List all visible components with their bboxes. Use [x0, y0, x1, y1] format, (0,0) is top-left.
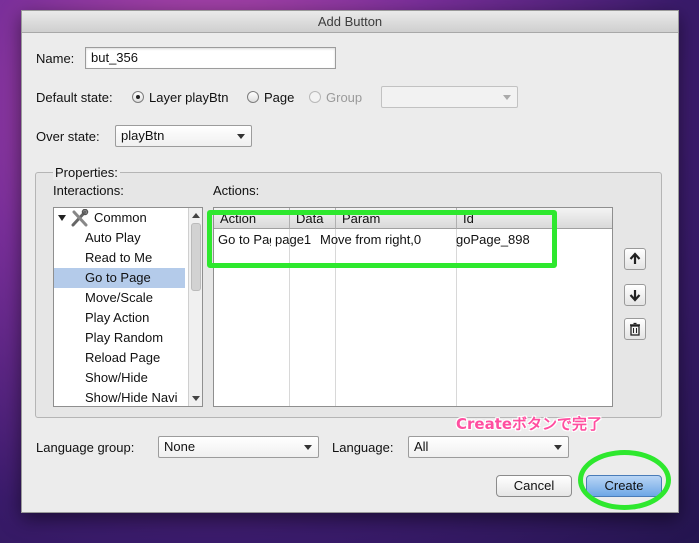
properties-label: Properties: [53, 165, 120, 180]
list-item-label: Auto Play [85, 230, 141, 245]
name-input[interactable]: but_356 [85, 47, 336, 69]
radio-layer[interactable] [132, 91, 144, 103]
arrow-down-icon [629, 290, 641, 302]
scroll-down-icon[interactable] [192, 396, 200, 401]
chevron-down-icon [237, 134, 245, 139]
scroll-up-icon[interactable] [192, 213, 200, 218]
radio-group-label: Group [326, 90, 363, 105]
list-item-label: Show/Hide [85, 370, 148, 385]
radio-layer-label: Layer playBtn [149, 90, 229, 105]
list-item-label: Move/Scale [85, 290, 153, 305]
radio-page-label: Page [264, 90, 295, 105]
delete-button[interactable] [624, 318, 646, 340]
list-item[interactable]: Reload Page [54, 348, 185, 368]
language-group-select[interactable]: None [158, 436, 319, 458]
chevron-down-icon [554, 445, 562, 450]
language-value: All [414, 439, 429, 454]
over-state-label: Over state: [36, 129, 100, 144]
language-group-label: Language group: [36, 440, 135, 455]
list-item-label: Play Action [85, 310, 150, 325]
interactions-label: Interactions: [53, 183, 124, 198]
over-state-select[interactable]: playBtn [115, 125, 252, 147]
cancel-button[interactable]: Cancel [496, 475, 572, 497]
highlight-actions-row [207, 210, 557, 268]
language-group-value: None [164, 439, 196, 454]
group-select[interactable] [381, 86, 518, 108]
list-item[interactable]: Play Action [54, 308, 185, 328]
list-item-label: Show/Hide Navi [85, 390, 178, 405]
window-title: Add Button [22, 11, 678, 33]
move-down-button[interactable] [624, 284, 646, 306]
interactions-scrollbar[interactable] [188, 208, 202, 406]
actions-label: Actions: [213, 183, 260, 198]
list-item-label: Read to Me [85, 250, 153, 265]
list-item[interactable]: Auto Play [54, 228, 185, 248]
list-item-label: Play Random [85, 330, 164, 345]
chevron-down-icon [503, 95, 511, 100]
trash-icon [630, 322, 640, 336]
language-select[interactable]: All [408, 436, 569, 458]
tools-icon [70, 208, 90, 228]
list-item[interactable]: Go to Page [54, 268, 185, 288]
list-item[interactable]: Play Random [54, 328, 185, 348]
annotation-text: Createボタンで完了 [456, 415, 603, 433]
language-label: Language: [332, 440, 394, 455]
scroll-thumb[interactable] [191, 223, 201, 291]
chevron-down-icon [304, 445, 312, 450]
list-item[interactable]: Read to Me [54, 248, 185, 268]
list-item[interactable]: Move/Scale [54, 288, 185, 308]
highlight-create-button [578, 450, 671, 510]
name-label: Name: [36, 51, 75, 66]
interactions-list[interactable]: Common Auto Play Read to Me Go to Page M… [53, 207, 203, 407]
disclosure-triangle-icon[interactable] [58, 215, 66, 221]
list-item[interactable]: Show/Hide Navi [54, 388, 185, 406]
radio-group[interactable] [309, 91, 321, 103]
radio-page[interactable] [247, 91, 259, 103]
arrow-up-icon [629, 252, 641, 264]
category-label: Common [94, 210, 147, 225]
list-item-label: Go to Page [85, 270, 151, 285]
move-up-button[interactable] [624, 248, 646, 270]
over-state-value: playBtn [121, 128, 165, 143]
list-category-common[interactable]: Common [54, 208, 185, 228]
list-item[interactable]: Show/Hide [54, 368, 185, 388]
list-item-label: Reload Page [85, 350, 161, 365]
default-state-label: Default state: [36, 90, 113, 105]
